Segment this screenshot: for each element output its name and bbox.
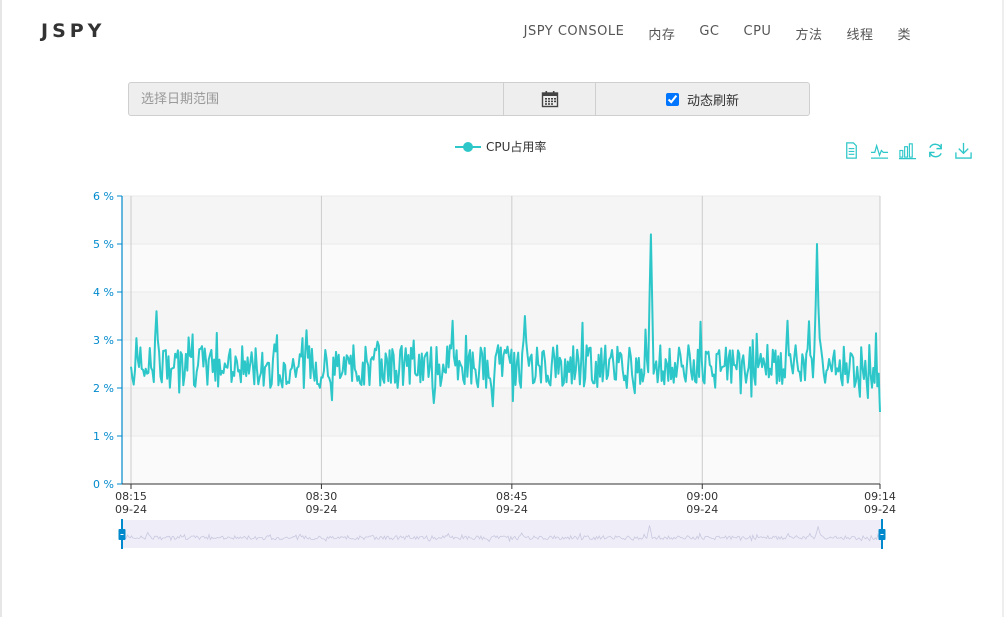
y-tick-label: 1 % <box>93 430 114 443</box>
y-tick-label: 4 % <box>93 286 114 299</box>
data-zoom-slider[interactable] <box>118 519 886 549</box>
plot-band <box>122 388 880 436</box>
x-tick-time-label: 08:15 <box>115 490 147 503</box>
y-tick-label: 2 % <box>93 382 114 395</box>
y-tick-label: 5 % <box>93 238 114 251</box>
plot-band <box>122 196 880 244</box>
x-tick-time-label: 08:45 <box>496 490 528 503</box>
y-tick-label: 0 % <box>93 478 114 491</box>
x-tick-date-label: 09-24 <box>686 503 718 516</box>
x-tick-date-label: 09-24 <box>305 503 337 516</box>
plot-band <box>122 292 880 340</box>
x-tick-date-label: 09-24 <box>496 503 528 516</box>
x-tick-time-label: 09:14 <box>864 490 896 503</box>
plot-band <box>122 436 880 484</box>
y-tick-label: 3 % <box>93 334 114 347</box>
plot-band <box>122 244 880 292</box>
x-tick-time-label: 08:30 <box>306 490 338 503</box>
cpu-line-chart: 0 %1 %2 %3 %4 %5 %6 % 08:1509-2408:3009-… <box>93 190 896 549</box>
x-tick-time-label: 09:00 <box>686 490 718 503</box>
x-tick-date-label: 09-24 <box>115 503 147 516</box>
y-tick-label: 6 % <box>93 190 114 203</box>
data-zoom-range-fill[interactable] <box>122 520 882 548</box>
x-tick-date-label: 09-24 <box>864 503 896 516</box>
